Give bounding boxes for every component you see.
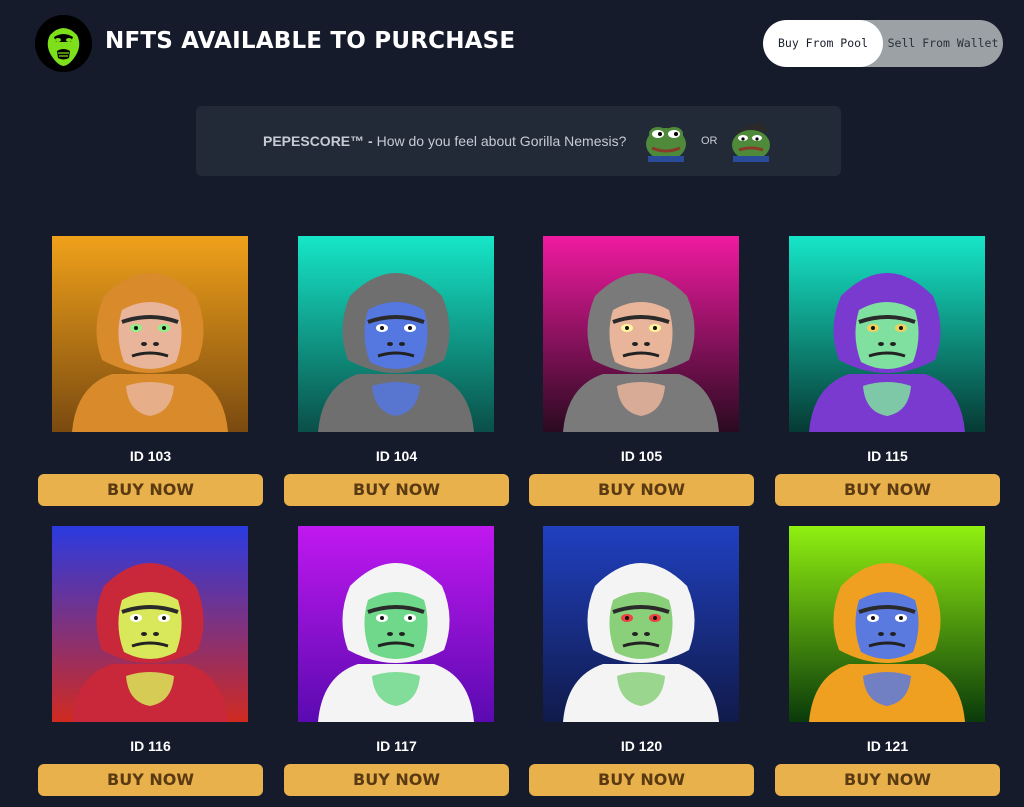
nft-card: ID 117 BUY NOW [284, 526, 509, 796]
nft-image[interactable] [52, 236, 248, 432]
page-title: NFTS AVAILABLE TO PURCHASE [105, 28, 516, 54]
nft-id: ID 103 [129, 448, 172, 464]
pepescore-question: How do you feel about Gorilla Nemesis? [376, 133, 627, 149]
nft-image[interactable] [543, 526, 739, 722]
nft-id: ID 115 [867, 448, 908, 464]
nft-image[interactable] [52, 526, 248, 722]
nft-id: ID 105 [620, 448, 663, 464]
nft-image[interactable] [789, 236, 985, 432]
nft-card: ID 120 BUY NOW [529, 526, 754, 796]
sell-from-wallet-tab[interactable]: Sell From Wallet [883, 20, 1003, 67]
nft-card: ID 115 BUY NOW [775, 236, 1000, 506]
nft-id: ID 104 [375, 448, 418, 464]
nft-image[interactable] [298, 236, 494, 432]
nft-card: ID 103 BUY NOW [38, 236, 263, 506]
buy-now-button[interactable]: BUY NOW [775, 764, 1000, 796]
sad-pepe-icon[interactable] [729, 120, 773, 162]
nft-image[interactable] [543, 236, 739, 432]
nft-card: ID 121 BUY NOW [775, 526, 1000, 796]
nft-image[interactable] [298, 526, 494, 722]
buy-now-button[interactable]: BUY NOW [38, 764, 263, 796]
buy-now-button[interactable]: BUY NOW [284, 474, 509, 506]
buy-now-button[interactable]: BUY NOW [38, 474, 263, 506]
buy-now-button[interactable]: BUY NOW [284, 764, 509, 796]
or-label: OR [701, 135, 718, 147]
pepescore-panel: PEPESCORE™ - How do you feel about Goril… [196, 106, 841, 176]
page-header: NFTS AVAILABLE TO PURCHASE Buy From Pool… [0, 0, 1024, 88]
nft-id: ID 117 [376, 738, 417, 754]
nft-id: ID 116 [130, 738, 171, 754]
pool-wallet-toggle[interactable]: Buy From Pool Sell From Wallet [763, 20, 1003, 67]
nft-card: ID 116 BUY NOW [38, 526, 263, 796]
nft-card: ID 105 BUY NOW [529, 236, 754, 506]
buy-now-button[interactable]: BUY NOW [529, 764, 754, 796]
buy-now-button[interactable]: BUY NOW [529, 474, 754, 506]
buy-from-pool-tab[interactable]: Buy From Pool [763, 20, 883, 67]
gorilla-logo-icon [35, 15, 92, 72]
buy-now-button[interactable]: BUY NOW [775, 474, 1000, 506]
pepescore-brand: PEPESCORE™ - [263, 133, 373, 149]
pepescore-prompt: PEPESCORE™ - How do you feel about Goril… [263, 133, 626, 149]
nft-id: ID 120 [620, 738, 663, 754]
nft-id: ID 121 [866, 738, 909, 754]
nft-image[interactable] [789, 526, 985, 722]
nft-card: ID 104 BUY NOW [284, 236, 509, 506]
happy-pepe-icon[interactable] [644, 120, 688, 162]
